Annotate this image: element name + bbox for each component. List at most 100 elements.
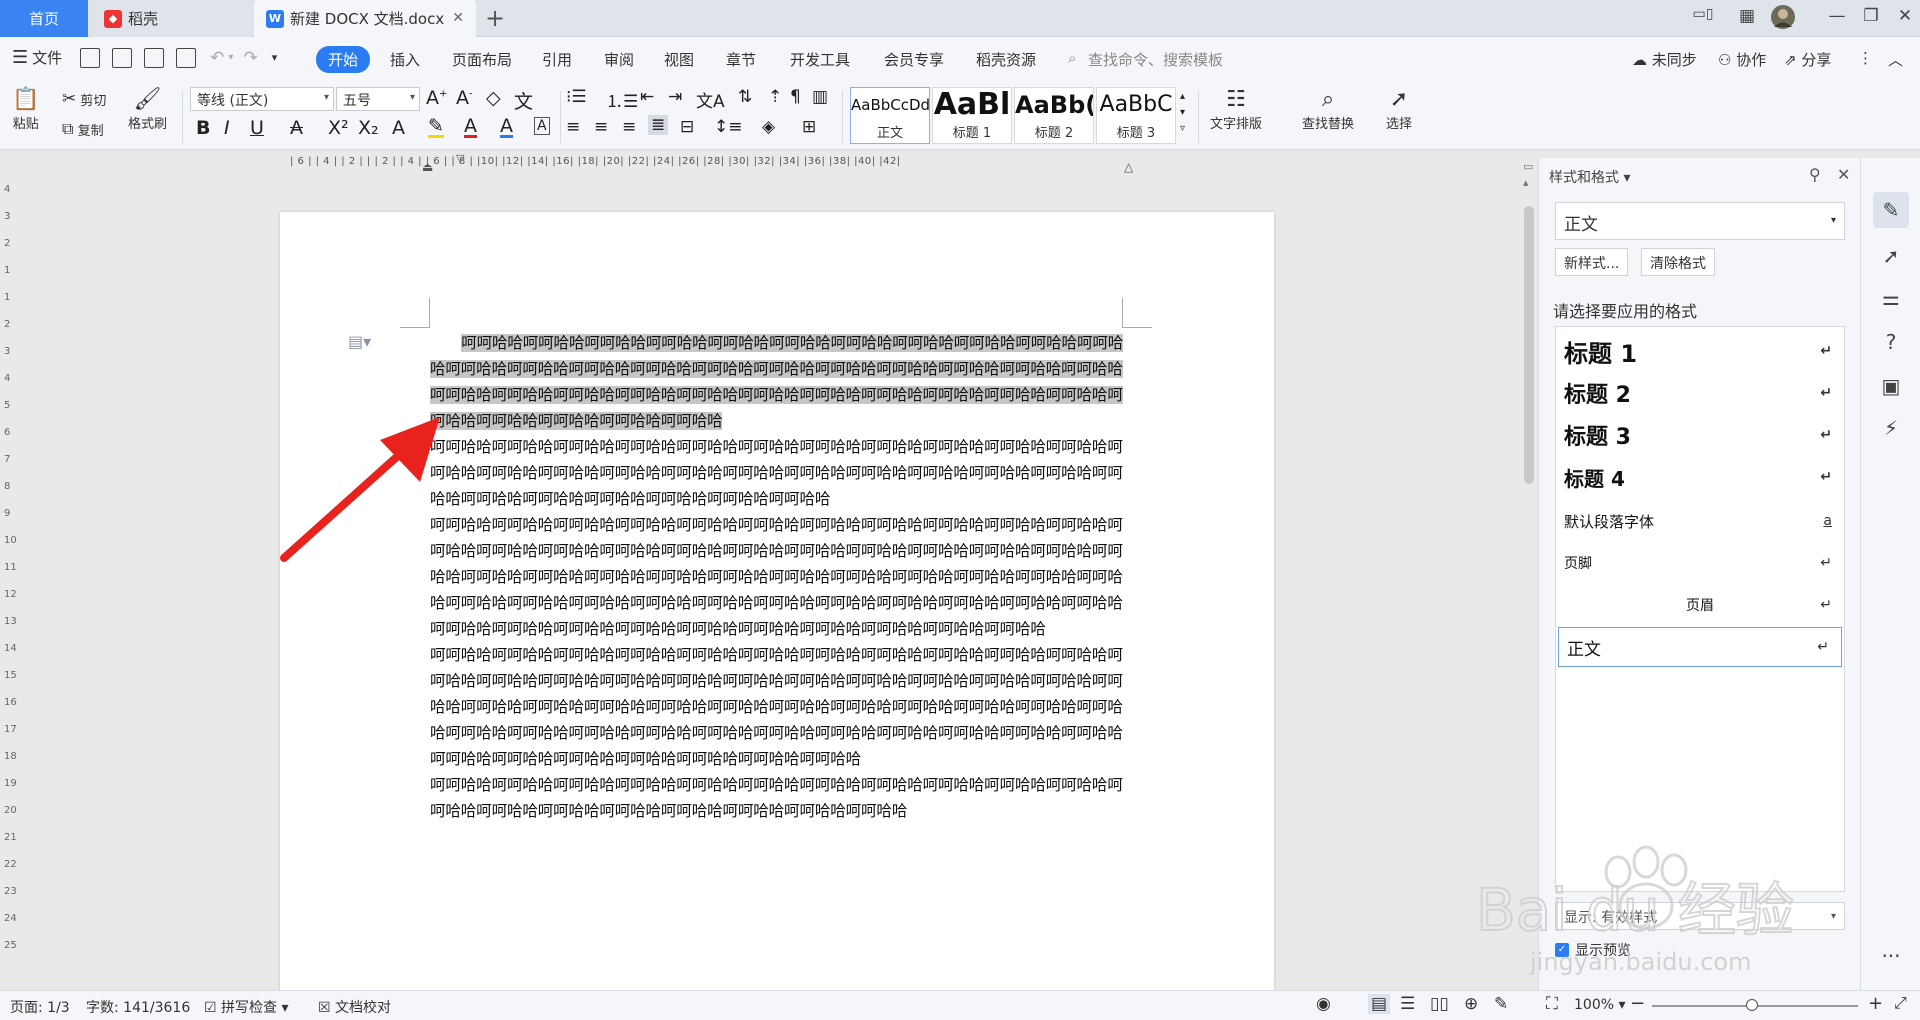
style-item-heading-3[interactable]: 标题 3 ↵ bbox=[1556, 415, 1844, 455]
line-spacing-icon[interactable]: ↕≡ bbox=[714, 117, 743, 137]
tab-review[interactable]: 审阅 bbox=[604, 49, 634, 70]
vertical-scrollbar[interactable]: ▭ ▴ bbox=[1520, 158, 1538, 990]
zoom-out-icon[interactable]: − bbox=[1630, 993, 1645, 1014]
customize-dropdown-icon[interactable]: ▾ bbox=[272, 51, 278, 64]
font-size-select[interactable]: 五号 ▾ bbox=[336, 87, 420, 111]
char-shading-icon[interactable]: A bbox=[500, 117, 513, 138]
scroll-up-icon[interactable]: ▭ bbox=[1523, 160, 1533, 173]
style-item-heading-2[interactable]: 标题 2 ↵ bbox=[1556, 373, 1844, 413]
search-icon[interactable]: ⌕ bbox=[1068, 49, 1076, 67]
format-painter-button[interactable]: 🖌 格式刷 bbox=[128, 87, 167, 132]
save-icon[interactable] bbox=[80, 47, 101, 68]
show-preview-toggle[interactable]: ✓ 显示预览 bbox=[1555, 940, 1631, 960]
grow-font-icon[interactable]: A+ bbox=[426, 87, 447, 109]
undo-dropdown-icon[interactable]: ▾ bbox=[228, 52, 233, 63]
tab-document[interactable]: W 新建 DOCX 文档.docx ✕ bbox=[254, 0, 476, 37]
write-mode-icon[interactable]: ✎ bbox=[1494, 994, 1508, 1014]
document-page[interactable]: ▤▾ 呵呵哈哈呵呵哈哈呵呵哈哈呵呵哈哈呵呵哈哈呵呵哈哈呵呵哈哈呵呵哈哈呵呵哈哈呵… bbox=[280, 212, 1274, 992]
zoom-in-icon[interactable]: + bbox=[1868, 993, 1883, 1014]
zoom-slider-knob[interactable] bbox=[1746, 999, 1758, 1011]
subscript-icon[interactable]: X₂ bbox=[358, 117, 379, 139]
style-item-heading-4[interactable]: 标题 4 ↵ bbox=[1556, 457, 1844, 497]
style-normal-card[interactable]: AaBbCcDd 正文 bbox=[850, 87, 930, 144]
page-view-icon[interactable]: ▤ bbox=[1368, 994, 1391, 1014]
sort-icon[interactable]: ⇡ bbox=[768, 87, 782, 107]
highlight-icon[interactable]: ✎ bbox=[428, 117, 444, 138]
document-body[interactable]: 呵呵哈哈呵呵哈哈呵呵哈哈呵呵哈哈呵呵哈哈呵呵哈哈呵呵哈哈呵呵哈哈呵呵哈哈呵呵哈哈… bbox=[430, 330, 1125, 824]
restore-icon[interactable]: ❐ bbox=[1858, 6, 1884, 26]
find-replace-button[interactable]: ⌕ 查找替换 bbox=[1302, 87, 1354, 132]
cut-button[interactable]: ✂ 剪切 bbox=[62, 89, 106, 109]
tab-insert[interactable]: 插入 bbox=[390, 49, 420, 70]
redo-icon[interactable]: ↷ bbox=[243, 48, 257, 68]
phonetic-icon[interactable]: 文 bbox=[514, 87, 533, 114]
styles-pane-toggle-icon[interactable]: ✎ bbox=[1873, 192, 1909, 228]
numbering-icon[interactable]: ⒈☰ bbox=[606, 87, 638, 112]
text-layout-button[interactable]: ☷ 文字排版 bbox=[1210, 87, 1262, 132]
document-paragraph[interactable]: 呵呵哈哈呵呵哈哈呵呵哈哈呵呵哈哈呵呵哈哈呵呵哈哈呵呵哈哈呵呵哈哈呵呵哈哈呵呵哈哈… bbox=[430, 512, 1125, 642]
char-border-icon[interactable]: A bbox=[534, 117, 550, 135]
pane-title[interactable]: 样式和格式 ▾ bbox=[1549, 167, 1630, 187]
new-tab-icon[interactable]: + bbox=[480, 4, 510, 32]
lightning-icon[interactable]: ⚡ bbox=[1878, 416, 1904, 440]
fullscreen-icon[interactable]: ⤢ bbox=[1894, 993, 1907, 1013]
close-tab-icon[interactable]: ✕ bbox=[452, 10, 464, 26]
style-item-footer[interactable]: 页脚 ↵ bbox=[1556, 543, 1844, 583]
share-button[interactable]: ⇗ 分享 bbox=[1784, 49, 1831, 70]
bold-icon[interactable]: B bbox=[196, 117, 210, 139]
bullets-icon[interactable]: ⁝☰ bbox=[566, 87, 587, 107]
text-effect-icon[interactable]: A bbox=[392, 117, 405, 139]
style-item-heading-1[interactable]: 标题 1 ↵ bbox=[1556, 331, 1844, 371]
select-button[interactable]: ➚ 选择 bbox=[1386, 87, 1412, 132]
style-h1-card[interactable]: AaBl 标题 1 bbox=[932, 87, 1012, 144]
more-tools-icon[interactable]: ··· bbox=[1878, 944, 1904, 968]
paragraph-options-icon[interactable]: ▤▾ bbox=[348, 332, 371, 351]
decrease-indent-icon[interactable]: ⇤ bbox=[640, 87, 654, 107]
sync-status[interactable]: ☁ 未同步 bbox=[1632, 49, 1697, 70]
reading-view-icon[interactable]: ▯▯ bbox=[1430, 994, 1449, 1014]
first-line-indent-icon[interactable]: ▽ bbox=[456, 152, 464, 165]
print-preview-icon[interactable] bbox=[176, 47, 197, 68]
strikethrough-icon[interactable]: A bbox=[290, 117, 303, 139]
more-icon[interactable]: ⋮ bbox=[1858, 49, 1873, 67]
doc-assist-icon[interactable]: ▣ bbox=[1878, 374, 1904, 398]
document-paragraph[interactable]: 呵呵哈哈呵呵哈哈呵呵哈哈呵呵哈哈呵呵哈哈呵呵哈哈呵呵哈哈呵呵哈哈呵呵哈哈呵呵哈哈… bbox=[430, 434, 1125, 512]
chinese-layout-icon[interactable]: 文A bbox=[696, 87, 725, 112]
pin-icon[interactable]: ⚲ bbox=[1809, 165, 1821, 184]
tab-home[interactable]: 首页 bbox=[0, 0, 88, 37]
command-search-input[interactable]: 查找命令、搜索模板 bbox=[1088, 49, 1223, 70]
page-indicator[interactable]: 页面: 1/3 bbox=[10, 997, 70, 1017]
style-item-normal[interactable]: 正文 ↵ bbox=[1558, 627, 1842, 667]
style-item-default-font[interactable]: 默认段落字体 a bbox=[1556, 501, 1844, 541]
tab-member[interactable]: 会员专享 bbox=[884, 49, 944, 70]
menu-icon[interactable]: ☰ bbox=[12, 47, 28, 68]
right-indent-marker-icon[interactable]: △ bbox=[1124, 160, 1133, 174]
document-paragraph[interactable]: 呵呵哈哈呵呵哈哈呵呵哈哈呵呵哈哈呵呵哈哈呵呵哈哈呵呵哈哈呵呵哈哈呵呵哈哈呵呵哈哈… bbox=[430, 330, 1125, 434]
borders-icon[interactable]: ⊞ bbox=[802, 117, 816, 137]
zoom-level[interactable]: 100% ▾ bbox=[1574, 997, 1626, 1013]
styles-scroll-icon[interactable]: ▴ ▾ ▿ bbox=[1180, 89, 1185, 137]
eye-protect-icon[interactable]: ◉ bbox=[1316, 994, 1331, 1014]
document-paragraph[interactable]: 呵呵哈哈呵呵哈哈呵呵哈哈呵呵哈哈呵呵哈哈呵呵哈哈呵呵哈哈呵呵哈哈呵呵哈哈呵呵哈哈… bbox=[430, 642, 1125, 772]
align-left-icon[interactable]: ≡ bbox=[566, 117, 580, 137]
horizontal-ruler[interactable]: | 6 | | 4 | | 2 | | | 2 | | 4 | | 6 | | … bbox=[0, 150, 1520, 174]
proofread-button[interactable]: ☒ 文档校对 bbox=[318, 997, 391, 1017]
scroll-top-icon[interactable]: ▴ bbox=[1523, 176, 1529, 189]
style-h2-card[interactable]: AaBb( 标题 2 bbox=[1014, 87, 1094, 144]
tab-developer[interactable]: 开发工具 bbox=[790, 49, 850, 70]
clear-format-icon[interactable]: ◇ bbox=[486, 87, 501, 109]
select-cursor-icon[interactable]: ➚ bbox=[1878, 244, 1904, 268]
justify-icon[interactable]: ≣ bbox=[648, 115, 669, 135]
shading-icon[interactable]: ◈ bbox=[762, 117, 775, 137]
clear-format-button[interactable]: 清除格式 bbox=[1641, 248, 1715, 276]
tab-view[interactable]: 视图 bbox=[664, 49, 694, 70]
web-view-icon[interactable]: ⊕ bbox=[1464, 994, 1478, 1014]
align-right-icon[interactable]: ≡ bbox=[622, 117, 636, 137]
collapse-ribbon-icon[interactable]: ︿ bbox=[1888, 49, 1903, 70]
document-paragraph[interactable]: 呵呵哈哈呵呵哈哈呵呵哈哈呵呵哈哈呵呵哈哈呵呵哈哈呵呵哈哈呵呵哈哈呵呵哈哈呵呵哈哈… bbox=[430, 772, 1125, 824]
apps-grid-icon[interactable]: ▦ bbox=[1734, 6, 1760, 26]
tab-daoke[interactable]: ◆ 稻壳 bbox=[92, 0, 250, 37]
properties-icon[interactable]: ⚌ bbox=[1878, 286, 1904, 310]
distribute-icon[interactable]: ⊟ bbox=[680, 117, 694, 137]
text-direction-icon[interactable]: ⇅ bbox=[738, 87, 752, 107]
